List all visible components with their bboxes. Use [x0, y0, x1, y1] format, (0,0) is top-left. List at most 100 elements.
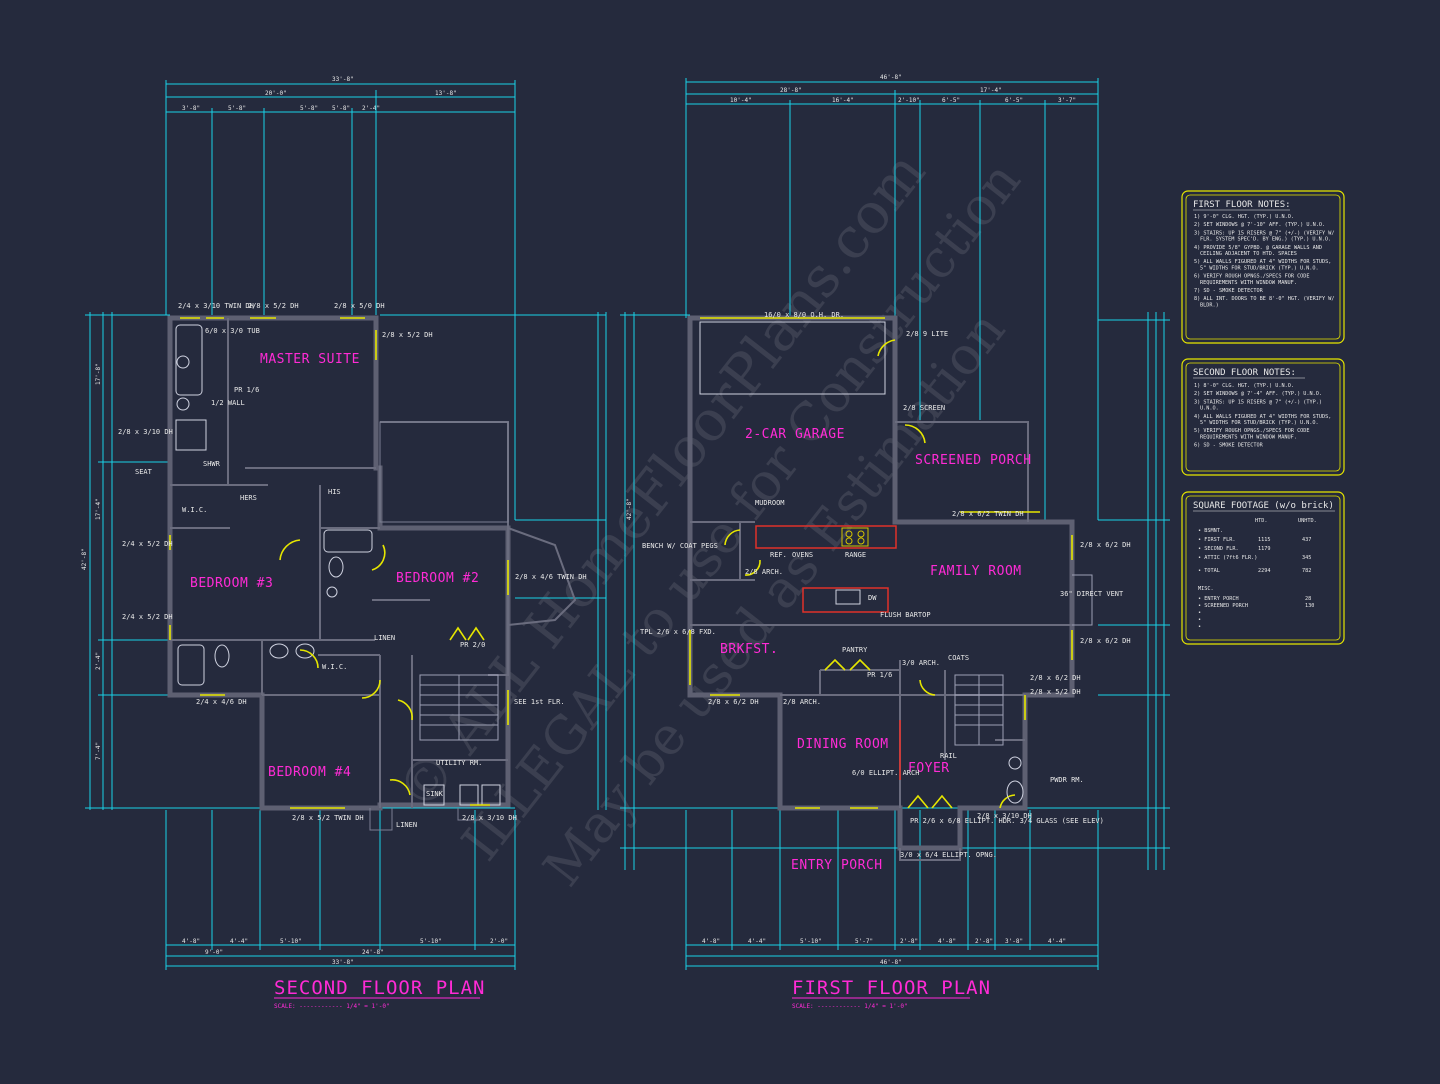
label-twin-dh: 2/8 x 6/2 TWIN DH — [952, 510, 1024, 518]
room-entry-porch: ENTRY PORCH — [791, 858, 883, 873]
label-shwr: SHWR — [203, 460, 221, 468]
label-window-4: 2/8 x 5/2 DH — [382, 331, 433, 339]
label-window-9: 2/4 x 4/6 DH — [196, 698, 247, 706]
room-dining: DINING ROOM — [797, 737, 889, 752]
room-bedroom-4: BEDROOM #4 — [268, 765, 351, 780]
label-ref: REF. — [770, 551, 787, 559]
label-window-6: 2/4 x 5/2 DH — [122, 540, 173, 548]
sqft-row-unhtd: 782 — [1302, 568, 1311, 574]
second-floor-plan: 33'-8" 20'-0" 13'-8" 3'-8" 5'-8" 5'-8" 5… — [81, 76, 607, 1010]
label-window-2: 2/8 x 5/2 DH — [248, 302, 299, 310]
second-floor-room-labels: MASTER SUITE BEDROOM #2 BEDROOM #3 BEDRO… — [190, 352, 479, 780]
sqft-misc-value: 130 — [1305, 603, 1314, 609]
sqft-row-label: • SECOND FLR. — [1198, 546, 1239, 552]
label-door-9lite: 2/8 9 LITE — [906, 330, 948, 338]
room-screened-porch: SCREENED PORCH — [915, 453, 1032, 468]
sqft-title: SQUARE FOOTAGE (w/o brick) — [1193, 501, 1334, 511]
first-floor-title: FIRST FLOOR PLAN — [792, 977, 991, 999]
first-floor-notes-panel: FIRST FLOOR NOTES: 1) 9'-0" CLG. HGT. (T… — [1181, 190, 1345, 344]
ff-dim-bottom-4: 5'-7" — [855, 938, 873, 945]
ff-dim-top-sub-3: 2'-10" — [898, 97, 920, 104]
ff-dim-top-sub-2: 16'-4" — [832, 97, 854, 104]
dim-bottom-5: 2'-0" — [490, 938, 508, 945]
first-floor-stairs — [954, 674, 1004, 746]
note-item: 4) PROVIDE 5/8" GYPBD. @ GARAGE WALLS AN… — [1194, 245, 1322, 257]
label-half-wall: 1/2 WALL — [211, 399, 245, 407]
label-see-1st: SEE 1st FLR. — [514, 698, 565, 706]
second-notes-title: SECOND FLOOR NOTES: — [1193, 368, 1296, 378]
room-master-suite: MASTER SUITE — [260, 352, 360, 367]
dim-left-2: 17'-4" — [95, 498, 102, 520]
note-item: 3) STAIRS: UP 15 RISERS @ 7" (+/-) (VERI… — [1194, 230, 1335, 242]
label-window-8: 2/8 x 4/6 TWIN DH — [515, 573, 587, 581]
second-floor-title: SECOND FLOOR PLAN — [274, 977, 485, 999]
label-window-3: 2/8 x 5/0 DH — [334, 302, 385, 310]
label-arch-28: 2/8 ARCH. — [783, 698, 821, 706]
label-wic-2: W.I.C. — [322, 663, 347, 671]
first-floor-bottom-dimensions: 4'-8" 4'-4" 5'-10" 5'-7" 2'-8" 4'-8" 2'-… — [685, 810, 1099, 970]
label-direct-vent: 36" DIRECT VENT — [1060, 590, 1124, 598]
note-item: 5) ALL WALLS FIGURED AT 4" WIDTHS FOR ST… — [1194, 259, 1331, 271]
label-his: HIS — [328, 488, 341, 496]
label-window-11: 2/8 x 3/10 DH — [462, 814, 517, 822]
sqft-misc-value: 28 — [1305, 596, 1311, 602]
second-floor-top-dimensions: 33'-8" 20'-0" 13'-8" 3'-8" 5'-8" 5'-8" 5… — [165, 76, 516, 520]
drawing-sheet: © ALL HomeFloorPlans.com ILLEGAL to use … — [0, 0, 1440, 1080]
sqft-misc-rows: • ENTRY PORCH 28• SCREENED PORCH 130••• — [1198, 596, 1314, 630]
label-ellipt-arch: 6/0 ELLIPT. ARCH — [852, 769, 919, 777]
second-notes-list: 1) 8'-0" CLG. HGT. (TYP.) U.N.O. 2) SET W… — [1194, 383, 1331, 449]
label-window-1: 2/4 x 3/10 TWIN DH — [178, 302, 254, 310]
sqft-misc-label: • SCREENED PORCH — [1198, 603, 1248, 609]
label-pr16: PR 1/6 — [234, 386, 259, 394]
first-notes-title: FIRST FLOOR NOTES: — [1193, 200, 1291, 210]
dim-bottom-1: 4'-8" — [182, 938, 200, 945]
ff-dim-overall-side: 42'-8" — [626, 498, 633, 520]
second-floor-scale: SCALE: ------------ 1/4" = 1'-0" — [274, 1003, 390, 1010]
note-item: 6) VERIFY ROUGH OPNGS./SPECS FOR CODE REQ… — [1194, 274, 1310, 286]
label-linen-2: LINEN — [396, 821, 417, 829]
sqft-row-label: • BSMNT. — [1198, 528, 1223, 534]
label-pantry: PANTRY — [842, 646, 868, 654]
label-hers: HERS — [240, 494, 257, 502]
label-window-7: 2/4 x 5/2 DH — [122, 613, 173, 621]
floor-plans-svg: © ALL HomeFloorPlans.com ILLEGAL to use … — [81, 74, 1345, 1010]
dim-bottom-4: 5'-10" — [420, 938, 442, 945]
label-dh-6: 2/8 x 3/10 DH — [977, 812, 1032, 820]
ff-dim-top-sub-6: 3'-7" — [1058, 97, 1076, 104]
dim-overall-side: 42'-8" — [81, 548, 88, 570]
dim-top-sub-5: 2'-4" — [362, 105, 380, 112]
room-brkfst: BRKFST. — [720, 642, 778, 657]
label-flush-bartop: FLUSH BARTOP — [880, 611, 931, 619]
sqft-col-htd: HTD. — [1255, 518, 1268, 524]
label-window-10: 2/8 x 5/2 TWIN DH — [292, 814, 364, 822]
ff-dim-bottom-6: 4'-8" — [938, 938, 956, 945]
note-item: 4) ALL WALLS FIGURED AT 4" WIDTHS FOR ST… — [1194, 414, 1331, 426]
dim-top-sub-1: 3'-8" — [182, 105, 200, 112]
note-item: 3) STAIRS: UP 15 RISERS @ 7" (+/-) (TYP.… — [1194, 399, 1322, 411]
dim-left-4: 7'-4" — [95, 742, 102, 760]
dim-top-sub-4: 5'-8" — [332, 105, 350, 112]
note-item: 7) SD - SMOKE DETECTOR — [1194, 288, 1264, 294]
sqft-rows: • BSMNT. • FIRST FLR. 1115 437 • SECOND FLR.… — [1198, 528, 1311, 574]
label-arch: 3/0 ARCH. — [902, 659, 940, 667]
sqft-row-unhtd: 345 — [1302, 555, 1311, 561]
label-dh-2: 2/8 x 6/2 DH — [1080, 637, 1131, 645]
dim-top-sub-3: 5'-8" — [300, 105, 318, 112]
label-bench: BENCH W/ COAT PEGS — [642, 542, 718, 550]
dim-top-sub-2: 5'-8" — [228, 105, 246, 112]
fireplace-outline — [1072, 574, 1093, 626]
room-garage: 2-CAR GARAGE — [745, 427, 845, 442]
note-item: 5) VERIFY ROUGH OPNGS./SPECS FOR CODE REQ… — [1194, 428, 1310, 440]
square-footage-panel: SQUARE FOOTAGE (w/o brick) HTD. UNHTD. •… — [1181, 491, 1345, 645]
ff-dim-top-1: 28'-8" — [780, 87, 802, 94]
label-pwdr: PWDR RM. — [1050, 776, 1084, 784]
ff-dim-bottom-9: 4'-4" — [1048, 938, 1066, 945]
label-dh-3: 2/8 x 6/2 DH — [1030, 674, 1081, 682]
note-item: 2) SET WINDOWS @ 7'-10" AFF. (TYP.) U.N.… — [1194, 222, 1325, 228]
label-tpl: TPL 2/6 x 6/8 FXD. — [640, 628, 716, 636]
label-pr16-pantry: PR 1/6 — [867, 671, 892, 679]
label-ovens: OVENS — [792, 551, 813, 559]
label-dh-4: 2/8 x 6/2 DH — [708, 698, 759, 706]
ff-dim-bottom-8: 3'-8" — [1005, 938, 1023, 945]
ff-dim-top-sub-5: 6'-5" — [1005, 97, 1023, 104]
